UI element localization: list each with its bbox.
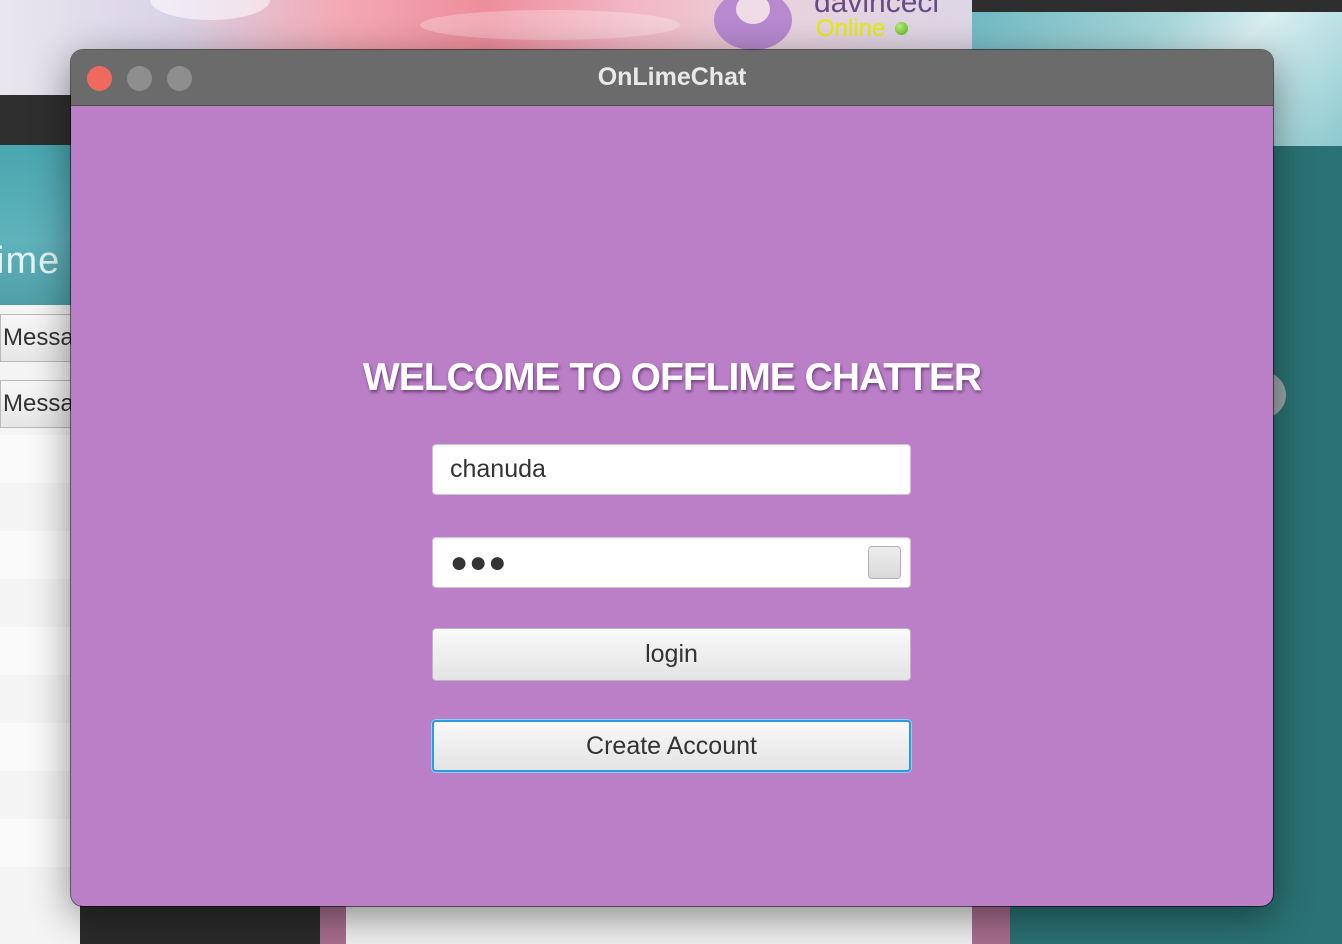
username-value: chanuda xyxy=(450,455,546,483)
username-field[interactable]: chanuda xyxy=(432,444,911,495)
background-left-title: ime xyxy=(0,240,61,282)
login-button[interactable]: login xyxy=(432,628,911,681)
show-password-checkbox[interactable] xyxy=(868,546,901,579)
background-window-bar xyxy=(972,0,1342,12)
background-window-edge xyxy=(346,905,972,944)
password-field[interactable]: ●●● xyxy=(432,537,911,588)
background-window-edge xyxy=(972,905,1010,944)
password-masked-value: ●●● xyxy=(450,546,508,579)
create-account-button[interactable]: Create Account xyxy=(432,720,911,772)
login-window: OnLimeChat WELCOME TO OFFLIME CHATTER ch… xyxy=(71,50,1273,906)
desktop: davinceci Online ime Messa Messa OnLimeC… xyxy=(0,0,1342,944)
login-content: WELCOME TO OFFLIME CHATTER chanuda ●●● l… xyxy=(71,106,1273,906)
window-titlebar[interactable]: OnLimeChat xyxy=(71,50,1273,106)
background-message-button: Messa xyxy=(0,380,80,428)
welcome-heading: WELCOME TO OFFLIME CHATTER xyxy=(362,356,982,399)
background-status-text: Online xyxy=(816,15,886,42)
online-indicator-icon xyxy=(895,22,908,35)
background-window-edge xyxy=(320,905,346,944)
background-message-button: Messa xyxy=(0,314,80,362)
background-left-toolbar xyxy=(0,95,80,145)
window-title: OnLimeChat xyxy=(597,63,747,91)
